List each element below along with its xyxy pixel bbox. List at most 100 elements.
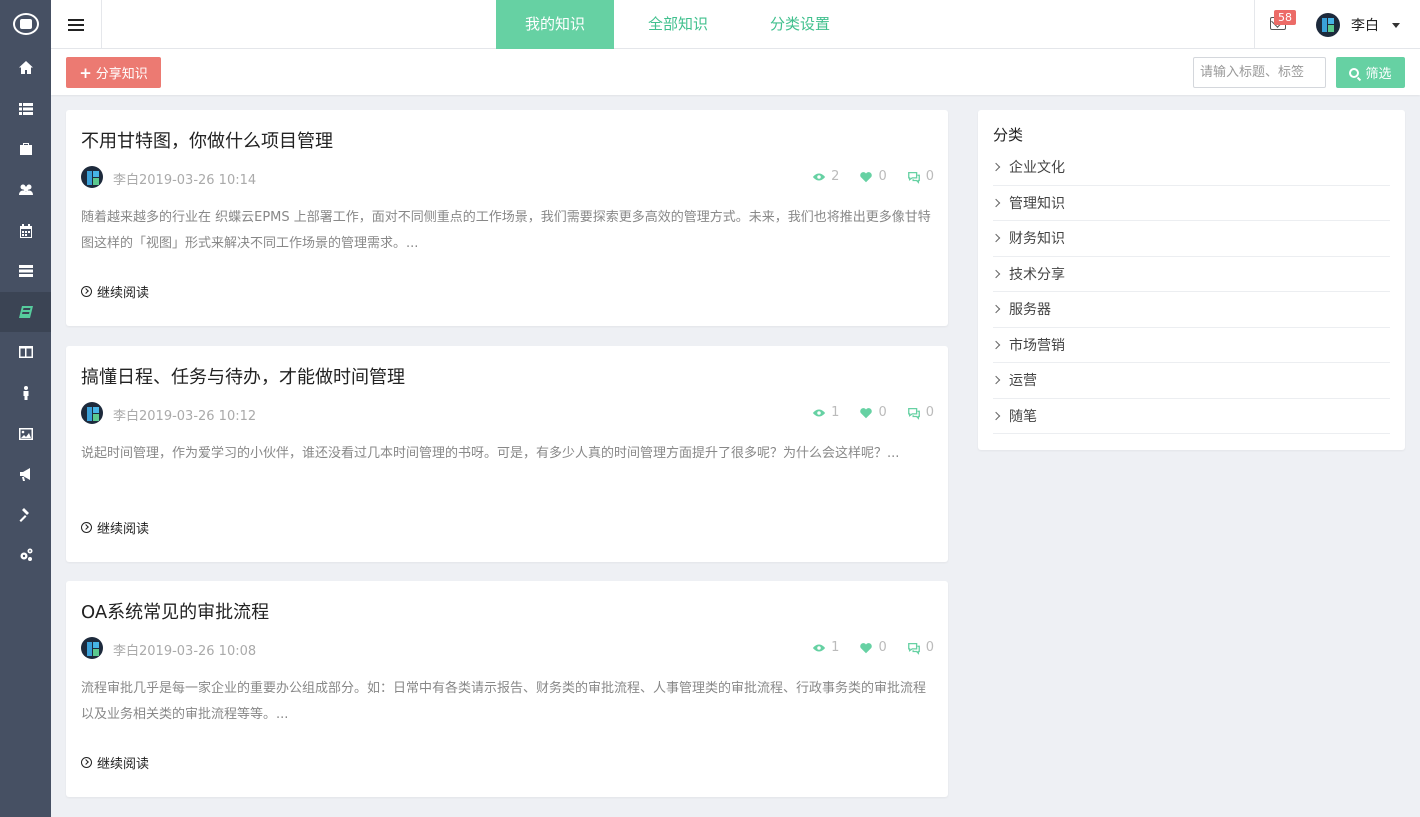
comments-stat[interactable]: 0 <box>907 405 934 420</box>
sidebar-item-knowledge[interactable] <box>0 291 51 333</box>
comments-stat[interactable]: 0 <box>907 169 934 184</box>
category-label: 财务知识 <box>1009 231 1065 248</box>
category-panel-title: 分类 <box>993 126 1024 144</box>
sidebar-item-users[interactable] <box>0 170 51 211</box>
chevron-right-icon <box>991 376 1001 385</box>
tab-all-knowledge[interactable]: 全部知识 <box>619 0 737 49</box>
category-item[interactable]: 技术分享 <box>991 257 1390 292</box>
arrow-circle-icon <box>81 757 92 768</box>
sidebar-item-tools[interactable] <box>0 495 51 536</box>
category-label: 随笔 <box>1009 408 1037 425</box>
search-input[interactable] <box>1193 57 1326 88</box>
article-meta: 李白2019-03-26 10:14 <box>113 173 257 188</box>
chevron-down-icon[interactable] <box>1392 23 1400 28</box>
article-title[interactable]: 不用甘特图，你做什么项目管理 <box>81 127 333 153</box>
likes-count: 0 <box>878 405 887 420</box>
read-more-link[interactable]: 继续阅读 <box>81 753 149 772</box>
category-item[interactable]: 财务知识 <box>991 221 1390 257</box>
article-excerpt: 说起时间管理，作为爱学习的小伙伴，谁还没看过几本时间管理的书呀。可是，有多少人真… <box>81 446 900 461</box>
category-panel: 分类 企业文化 管理知识 财务知识 技术分享 服务器 市场营销 运营 随笔 <box>978 110 1405 450</box>
views-count: 1 <box>831 640 840 655</box>
tab-category-settings[interactable]: 分类设置 <box>741 0 859 49</box>
comment-icon <box>907 171 920 184</box>
author-avatar <box>81 166 103 188</box>
sidebar-item-calendar[interactable] <box>0 210 51 251</box>
read-more-label: 继续阅读 <box>97 286 150 301</box>
eye-icon <box>813 644 826 651</box>
heart-icon <box>860 171 873 182</box>
comments-stat[interactable]: 0 <box>907 640 934 655</box>
views-stat: 1 <box>812 405 839 420</box>
read-more-link[interactable]: 继续阅读 <box>81 518 149 537</box>
app-logo[interactable] <box>0 0 51 48</box>
calendar-icon <box>19 223 32 238</box>
likes-stat[interactable]: 0 <box>859 640 887 655</box>
category-item[interactable]: 服务器 <box>991 292 1390 328</box>
comment-icon <box>907 642 920 655</box>
book-icon <box>18 305 33 318</box>
author-avatar <box>81 402 103 424</box>
heart-icon <box>860 642 873 653</box>
article-meta: 李白2019-03-26 10:12 <box>113 409 257 424</box>
chevron-right-icon <box>991 340 1001 349</box>
share-button-label: 分享知识 <box>95 67 148 82</box>
article-card: OA系统常见的审批流程 李白2019-03-26 10:08 1 0 0 流程审… <box>66 581 948 797</box>
likes-stat[interactable]: 0 <box>859 169 887 184</box>
sidebar-item-person[interactable] <box>0 373 51 414</box>
sidebar-item-briefcase[interactable] <box>0 129 51 170</box>
arrow-circle-icon <box>81 286 92 297</box>
share-knowledge-button[interactable]: + 分享知识 <box>66 57 161 88</box>
article-title[interactable]: OA系统常见的审批流程 <box>81 598 269 624</box>
likes-count: 0 <box>878 169 887 184</box>
menu-toggle-button[interactable] <box>51 0 102 49</box>
hamburger-icon <box>68 23 84 26</box>
category-label: 运营 <box>1009 373 1037 390</box>
heart-icon <box>860 407 873 418</box>
filter-button[interactable]: 筛选 <box>1336 57 1405 88</box>
list-icon <box>18 102 33 115</box>
read-more-link[interactable]: 继续阅读 <box>81 282 149 301</box>
server-icon <box>18 265 33 278</box>
category-item[interactable]: 管理知识 <box>991 186 1390 221</box>
article-excerpt: 流程审批几乎是每一家企业的重要办公组成部分。如：日常中有各类请示报告、财务类的审… <box>81 681 927 722</box>
left-sidebar <box>0 0 51 817</box>
mail-count-badge: 58 <box>1274 10 1296 25</box>
sidebar-item-announce[interactable] <box>0 454 51 495</box>
category-item[interactable]: 运营 <box>991 363 1390 399</box>
person-icon <box>23 386 28 401</box>
category-item[interactable]: 企业文化 <box>991 150 1390 186</box>
tab-my-knowledge[interactable]: 我的知识 <box>496 0 614 49</box>
avatar[interactable] <box>1316 13 1340 37</box>
likes-count: 0 <box>878 640 887 655</box>
chevron-right-icon <box>991 163 1001 172</box>
category-item[interactable]: 市场营销 <box>991 328 1390 363</box>
chevron-right-icon <box>991 411 1001 420</box>
views-stat: 2 <box>812 169 839 184</box>
megaphone-icon <box>19 468 30 482</box>
article-stats: 2 0 0 <box>792 169 934 184</box>
comments-count: 0 <box>925 640 934 655</box>
columns-icon <box>18 346 33 359</box>
article-stats: 1 0 0 <box>792 640 934 655</box>
category-label: 管理知识 <box>1009 195 1065 212</box>
sidebar-item-server[interactable] <box>0 251 51 292</box>
article-title[interactable]: 搞懂日程、任务与待办，才能做时间管理 <box>81 363 405 389</box>
arrow-circle-icon <box>81 522 92 533</box>
category-item[interactable]: 随笔 <box>991 399 1390 434</box>
article-meta: 李白2019-03-26 10:08 <box>113 644 257 659</box>
users-icon <box>18 184 33 196</box>
sidebar-item-settings[interactable] <box>0 535 51 576</box>
sidebar-item-image[interactable] <box>0 413 51 454</box>
toolbar: +分享知识 筛选 <box>51 49 1420 95</box>
sidebar-item-home[interactable] <box>0 48 51 89</box>
chevron-right-icon <box>991 234 1001 243</box>
likes-stat[interactable]: 0 <box>859 405 887 420</box>
gavel-icon <box>19 507 29 522</box>
eye-icon <box>813 409 826 416</box>
chevron-right-icon <box>991 305 1001 314</box>
home-icon <box>18 61 33 75</box>
views-stat: 1 <box>812 640 839 655</box>
sidebar-item-list[interactable] <box>0 89 51 130</box>
user-name[interactable]: 李白 <box>1351 15 1379 35</box>
sidebar-item-columns[interactable] <box>0 332 51 373</box>
